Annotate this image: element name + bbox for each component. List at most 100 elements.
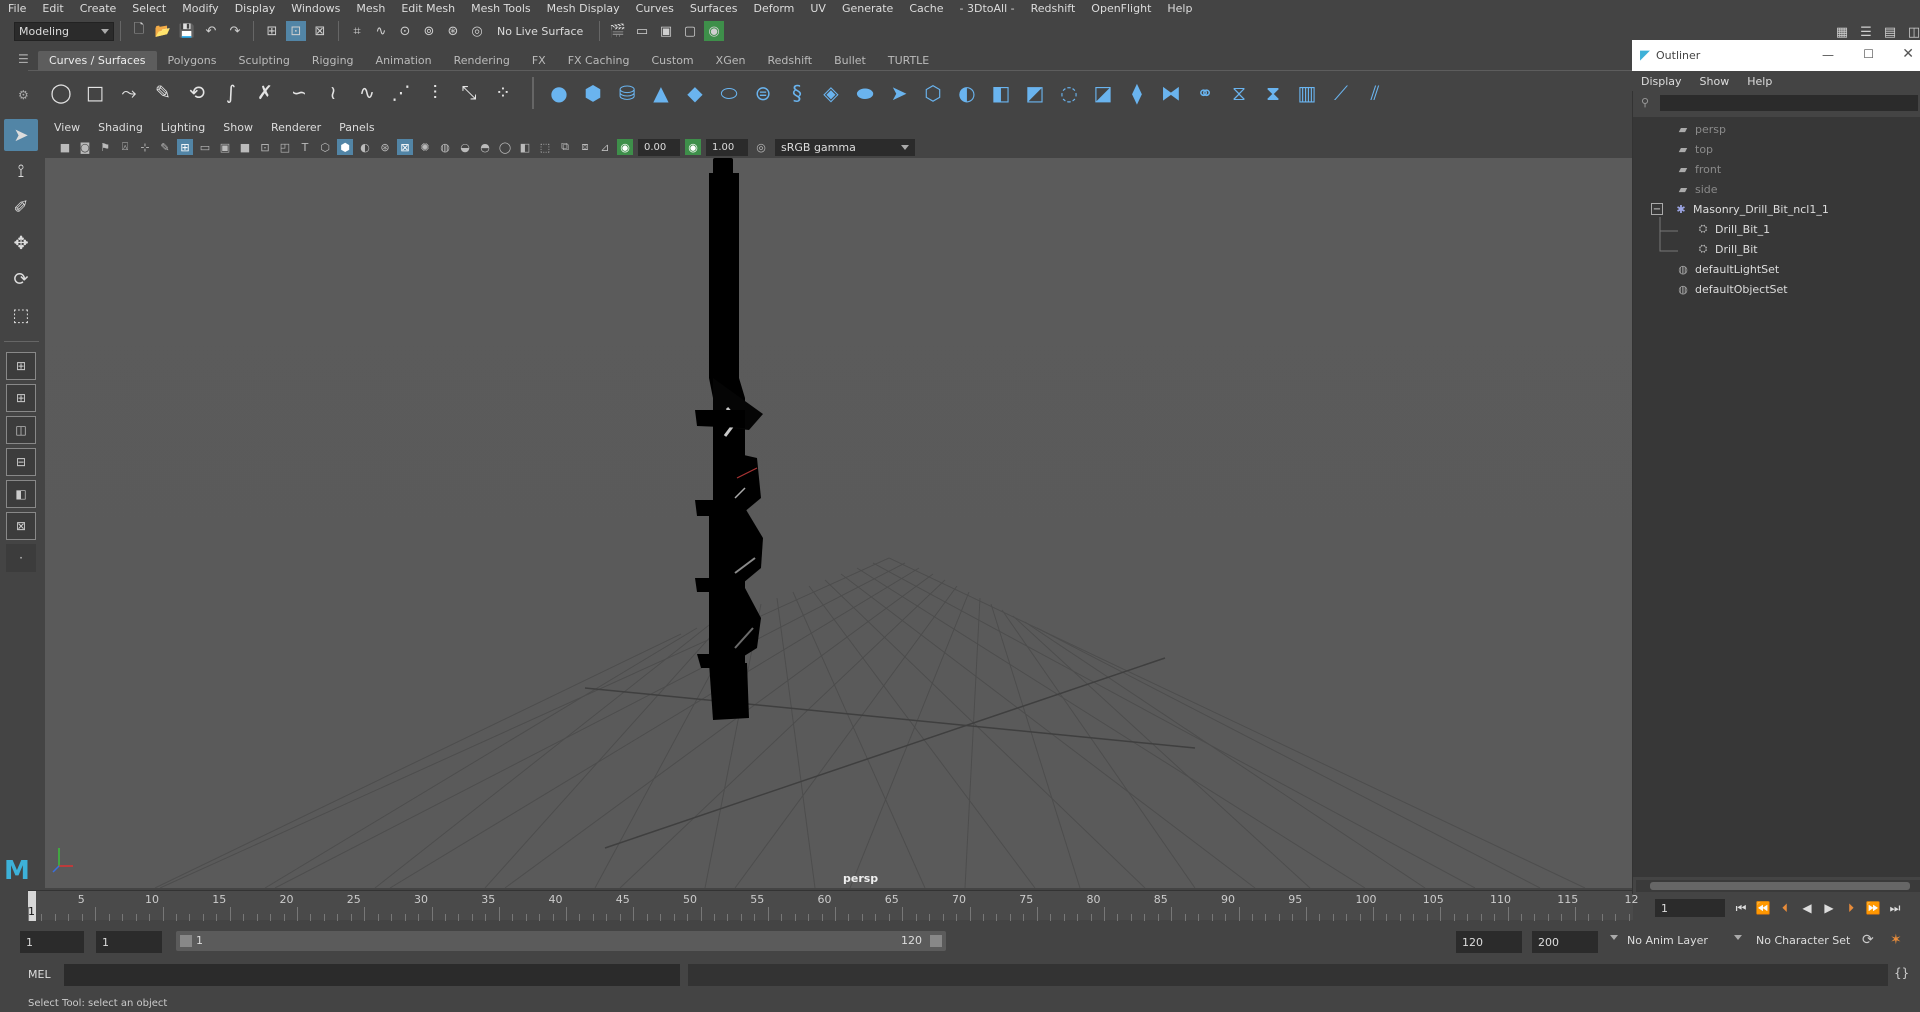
play-forward-icon[interactable]: ▶ bbox=[1818, 898, 1840, 918]
tab-fx[interactable]: FX bbox=[521, 51, 557, 70]
go-to-end-icon[interactable]: ⏭ bbox=[1884, 898, 1906, 918]
view-transform-dropdown[interactable]: sRGB gamma bbox=[775, 138, 915, 156]
open-scene-icon[interactable]: 📂 bbox=[153, 21, 173, 41]
menu-cache[interactable]: Cache bbox=[901, 0, 951, 18]
tab-rendering[interactable]: Rendering bbox=[443, 51, 521, 70]
outliner-item-default-light-set[interactable]: ◍ defaultLightSet bbox=[1675, 259, 1779, 279]
bezier-curve-icon[interactable]: ⟲ bbox=[182, 77, 212, 109]
menu-mesh[interactable]: Mesh bbox=[348, 0, 393, 18]
bevel-plus-icon[interactable]: ⬡ bbox=[918, 77, 948, 109]
shelf-menu-icon[interactable]: ☰ bbox=[18, 52, 29, 66]
tab-fx-caching[interactable]: FX Caching bbox=[557, 51, 641, 70]
playback-start-field[interactable]: 1 bbox=[96, 931, 162, 953]
depth-of-field-icon[interactable]: ◧ bbox=[517, 139, 533, 155]
attach-curves-icon[interactable]: ∽ bbox=[284, 77, 314, 109]
drill-bit-mesh[interactable] bbox=[695, 158, 763, 720]
menu-modify[interactable]: Modify bbox=[174, 0, 226, 18]
save-scene-icon[interactable]: 💾 bbox=[177, 21, 197, 41]
untrim-icon[interactable]: ⧫ bbox=[1122, 77, 1152, 109]
filter-icon[interactable]: ⚲ bbox=[1641, 96, 1649, 109]
grease-pencil-icon[interactable]: ✎ bbox=[157, 139, 173, 155]
command-input[interactable] bbox=[64, 964, 680, 986]
chevron-down-icon[interactable] bbox=[1734, 935, 1742, 940]
safe-title-icon[interactable]: T bbox=[297, 139, 313, 155]
menu-generate[interactable]: Generate bbox=[834, 0, 901, 18]
outliner-item-side[interactable]: ▰ side bbox=[1675, 179, 1718, 199]
new-scene-icon[interactable]: 🗋 bbox=[129, 21, 149, 41]
outliner-item-drill-bit-1[interactable]: ⛭ Drill_Bit_1 bbox=[1695, 219, 1770, 239]
birail-icon[interactable]: ➤ bbox=[884, 77, 914, 109]
panel-menu-view[interactable]: View bbox=[45, 121, 89, 134]
menu-create[interactable]: Create bbox=[72, 0, 125, 18]
offset-curve-icon[interactable]: ⫶ bbox=[420, 77, 450, 109]
select-hierarchy-icon[interactable]: ⊞ bbox=[262, 21, 282, 41]
outliner-item-top[interactable]: ▰ top bbox=[1675, 139, 1713, 159]
tab-curves-surfaces[interactable]: Curves / Surfaces bbox=[38, 51, 157, 70]
ep-curve-icon[interactable]: ✎ bbox=[148, 77, 178, 109]
gamma-field[interactable]: 1.00 bbox=[706, 138, 748, 156]
script-editor-icon[interactable]: {} bbox=[1894, 966, 1909, 980]
tab-redshift[interactable]: Redshift bbox=[756, 51, 823, 70]
range-start-handle[interactable] bbox=[180, 935, 192, 947]
open-close-icon[interactable]: ⧖ bbox=[1224, 77, 1254, 109]
extend-surface-icon[interactable]: ▥ bbox=[1292, 77, 1322, 109]
single-perspective-icon[interactable]: ⊞ bbox=[6, 352, 36, 380]
xray-components-icon[interactable]: ⊿ bbox=[597, 139, 613, 155]
shadows-icon[interactable]: ◍ bbox=[437, 139, 453, 155]
scale-tool-icon[interactable]: ⬚ bbox=[4, 299, 38, 331]
persp-outliner-icon[interactable]: ◫ bbox=[6, 416, 36, 444]
select-component-icon[interactable]: ⊠ bbox=[310, 21, 330, 41]
project-curve-icon[interactable]: ◩ bbox=[1020, 77, 1050, 109]
sculpt-icon[interactable]: ⟋ bbox=[1326, 77, 1356, 109]
step-back-icon[interactable]: ⏪ bbox=[1752, 898, 1774, 918]
menu-set-dropdown[interactable]: Modeling bbox=[14, 21, 114, 41]
nurbs-plane-icon[interactable]: ◆ bbox=[680, 77, 710, 109]
go-to-start-icon[interactable]: ⏮ bbox=[1730, 898, 1752, 918]
outliner-item-persp[interactable]: ▰ persp bbox=[1675, 119, 1726, 139]
detach-surfaces-icon[interactable]: ⚭ bbox=[1190, 77, 1220, 109]
menu-deform[interactable]: Deform bbox=[745, 0, 802, 18]
color-management-icon[interactable]: ◎ bbox=[753, 139, 769, 155]
workspace-icon[interactable]: ▦ bbox=[1832, 22, 1852, 42]
menu-help[interactable]: Help bbox=[1159, 0, 1200, 18]
isolate-select-icon[interactable]: ⬚ bbox=[537, 139, 553, 155]
menu-mesh-display[interactable]: Mesh Display bbox=[539, 0, 628, 18]
menu-3dtoall[interactable]: - 3DtoAll - bbox=[952, 0, 1023, 18]
character-set-dropdown[interactable]: No Character Set bbox=[1756, 934, 1876, 947]
menu-openflight[interactable]: OpenFlight bbox=[1083, 0, 1159, 18]
tab-animation[interactable]: Animation bbox=[365, 51, 443, 70]
outliner-item-front[interactable]: ▰ front bbox=[1675, 159, 1721, 179]
step-forward-icon[interactable]: ⏩ bbox=[1862, 898, 1884, 918]
bookmark-icon[interactable]: ⚑ bbox=[97, 139, 113, 155]
range-end-handle[interactable] bbox=[930, 935, 942, 947]
four-view-icon[interactable]: ⊞ bbox=[6, 384, 36, 412]
menu-select[interactable]: Select bbox=[124, 0, 174, 18]
render-view-icon[interactable]: ▢ bbox=[680, 21, 700, 41]
menu-edit[interactable]: Edit bbox=[34, 0, 71, 18]
film-gate-icon[interactable]: ▭ bbox=[197, 139, 213, 155]
render-settings-icon[interactable]: 🎬 bbox=[608, 21, 628, 41]
extend-curve-icon[interactable]: ⋰ bbox=[386, 77, 416, 109]
attach-surfaces-icon[interactable]: ⧓ bbox=[1156, 77, 1186, 109]
animation-end-field[interactable]: 200 bbox=[1532, 931, 1598, 953]
minimize-icon[interactable]: — bbox=[1822, 48, 1834, 62]
field-chart-icon[interactable]: ⊡ bbox=[257, 139, 273, 155]
nurbs-circle-icon[interactable]: ◯ bbox=[46, 77, 76, 109]
square-surface-icon[interactable]: ◧ bbox=[986, 77, 1016, 109]
panel-menu-panels[interactable]: Panels bbox=[330, 121, 383, 134]
layout-icon[interactable]: ☰ bbox=[1856, 22, 1876, 42]
ipr-render-icon[interactable]: ▣ bbox=[656, 21, 676, 41]
select-tool-icon[interactable]: ➤ bbox=[4, 119, 38, 151]
time-slider[interactable]: 1 5 10 15 20 25 30 35 40 45 50 55 60 65 70 75 80 85 90 95 1… bbox=[28, 890, 1639, 921]
menu-edit-mesh[interactable]: Edit Mesh bbox=[393, 0, 463, 18]
live-surface-field[interactable]: No Live Surface bbox=[493, 21, 593, 41]
camera-attributes-icon[interactable]: ◙ bbox=[77, 139, 93, 155]
add-points-icon[interactable]: ⁘ bbox=[488, 77, 518, 109]
redo-icon[interactable]: ↷ bbox=[225, 21, 245, 41]
safe-action-icon[interactable]: ◰ bbox=[277, 139, 293, 155]
lasso-tool-icon[interactable]: ⟟ bbox=[4, 155, 38, 187]
nurbs-torus-icon[interactable]: ⬭ bbox=[714, 77, 744, 109]
arc-tool-icon[interactable]: ✗ bbox=[250, 77, 280, 109]
snap-curve-icon[interactable]: ∿ bbox=[371, 21, 391, 41]
hypershade-layout-icon[interactable]: ◧ bbox=[6, 480, 36, 508]
